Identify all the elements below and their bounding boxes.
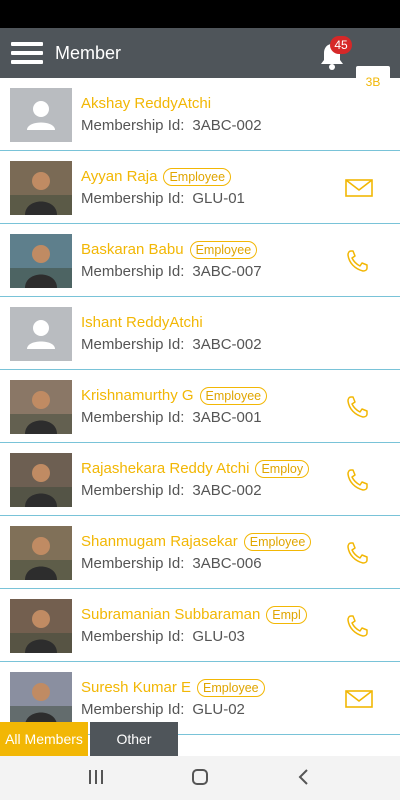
member-name-line: Suresh Kumar E Employee [81, 678, 340, 698]
back-icon[interactable] [294, 767, 314, 787]
employee-badge: Employee [163, 168, 232, 186]
membership-line: Membership Id: 3ABC-002 [81, 481, 262, 501]
membership-id: 3ABC-006 [192, 555, 262, 572]
tab-other[interactable]: Other [90, 722, 178, 756]
phone-icon[interactable] [345, 614, 373, 638]
bottom-tabs: All Members Other [0, 722, 400, 756]
phone-icon[interactable] [345, 468, 373, 492]
membership-line: Membership Id: 3ABC-001 [81, 408, 262, 428]
membership-line: Membership Id: 3ABC-006 [81, 554, 262, 574]
member-name-line: Rajashekara Reddy Atchi Employ [81, 459, 340, 479]
employee-badge: Empl [266, 606, 307, 624]
member-row[interactable]: Ishant ReddyAtchi Membership Id: 3ABC-002 [0, 297, 400, 370]
page-title: Member [55, 43, 122, 63]
membership-label: Membership Id: [81, 409, 185, 426]
mail-icon[interactable] [345, 176, 373, 200]
membership-id: GLU-03 [192, 628, 245, 645]
membership-id: GLU-01 [192, 190, 245, 207]
membership-label: Membership Id: [81, 190, 185, 207]
membership-label: Membership Id: [81, 117, 185, 134]
avatar-photo [10, 599, 72, 653]
membership-label: Membership Id: [81, 482, 185, 499]
member-name-line: Shanmugam Rajasekar Employee [81, 532, 340, 552]
avatar-photo [10, 161, 72, 215]
membership-label: Membership Id: [81, 555, 185, 572]
employee-badge: Employee [243, 533, 312, 551]
member-name: Akshay ReddyAtchi [81, 95, 212, 112]
member-name: Ayyan Raja [81, 168, 158, 185]
membership-line: Membership Id: GLU-02 [81, 700, 245, 720]
membership-label: Membership Id: [81, 628, 185, 645]
member-name-line: Akshay ReddyAtchi [81, 94, 340, 114]
member-name-line: Ayyan Raja Employee [81, 167, 340, 187]
employee-badge: Employ [255, 460, 310, 478]
member-name: Subramanian Subbaraman [81, 606, 261, 623]
membership-id: 3ABC-001 [192, 409, 262, 426]
notification-badge: 45 [330, 36, 352, 54]
phone-icon[interactable] [345, 395, 373, 419]
status-bar [0, 0, 400, 28]
home-icon[interactable] [190, 767, 210, 787]
member-list: Akshay ReddyAtchi Membership Id: 3ABC-002 A… [0, 78, 400, 756]
membership-line: Membership Id: 3ABC-002 [81, 335, 262, 355]
member-row[interactable]: Akshay ReddyAtchi Membership Id: 3ABC-002 [0, 78, 400, 151]
membership-id: 3ABC-002 [192, 117, 262, 134]
membership-id: 3ABC-007 [192, 263, 262, 280]
member-row[interactable]: Krishnamurthy G Employee Membership Id: 3AB… [0, 370, 400, 443]
mail-icon[interactable] [345, 687, 373, 711]
member-row[interactable]: Subramanian Subbaraman Empl Membership Id:… [0, 589, 400, 662]
member-name-line: Subramanian Subbaraman Empl [81, 605, 340, 625]
member-row[interactable]: Baskaran Babu Employee Membership Id: 3ABC-… [0, 224, 400, 297]
member-name: Krishnamurthy G [81, 387, 194, 404]
avatar-photo [10, 453, 72, 507]
menu-icon[interactable] [11, 42, 43, 66]
member-name: Rajashekara Reddy Atchi [81, 460, 250, 477]
membership-id: 3ABC-002 [192, 336, 262, 353]
system-nav-bar [0, 756, 400, 800]
member-row[interactable]: Shanmugam Rajasekar Employee Membership Id… [0, 516, 400, 589]
member-row[interactable]: Ayyan Raja Employee Membership Id: GLU-01 [0, 151, 400, 224]
employee-badge: Employee [199, 387, 268, 405]
avatar-photo [10, 234, 72, 288]
membership-label: Membership Id: [81, 701, 185, 718]
membership-line: Membership Id: 3ABC-002 [81, 116, 262, 136]
member-name-line: Krishnamurthy G Employee [81, 386, 340, 406]
avatar-placeholder [10, 88, 72, 142]
member-name-line: Baskaran Babu Employee [81, 240, 340, 260]
membership-id: GLU-02 [192, 701, 245, 718]
member-name: Shanmugam Rajasekar [81, 533, 238, 550]
phone-icon[interactable] [345, 541, 373, 565]
employee-badge: Employee [197, 679, 265, 697]
avatar-placeholder [10, 307, 72, 361]
membership-line: Membership Id: GLU-01 [81, 189, 245, 209]
membership-id: 3ABC-002 [192, 482, 262, 499]
membership-label: Membership Id: [81, 336, 185, 353]
member-name-line: Ishant ReddyAtchi [81, 313, 340, 333]
member-name: Ishant ReddyAtchi [81, 314, 203, 331]
avatar-photo [10, 526, 72, 580]
avatar-photo [10, 672, 72, 726]
avatar-photo [10, 380, 72, 434]
tab-all-members[interactable]: All Members [0, 722, 88, 756]
phone-icon[interactable] [345, 249, 373, 273]
employee-badge: Employee [189, 241, 258, 259]
membership-line: Membership Id: GLU-03 [81, 627, 245, 647]
member-row[interactable]: Rajashekara Reddy Atchi Employ Membership … [0, 443, 400, 516]
membership-line: Membership Id: 3ABC-007 [81, 262, 262, 282]
membership-label: Membership Id: [81, 263, 185, 280]
member-name: Suresh Kumar E [81, 679, 192, 696]
member-name: Baskaran Babu [81, 241, 184, 258]
recent-apps-icon[interactable] [86, 767, 106, 787]
